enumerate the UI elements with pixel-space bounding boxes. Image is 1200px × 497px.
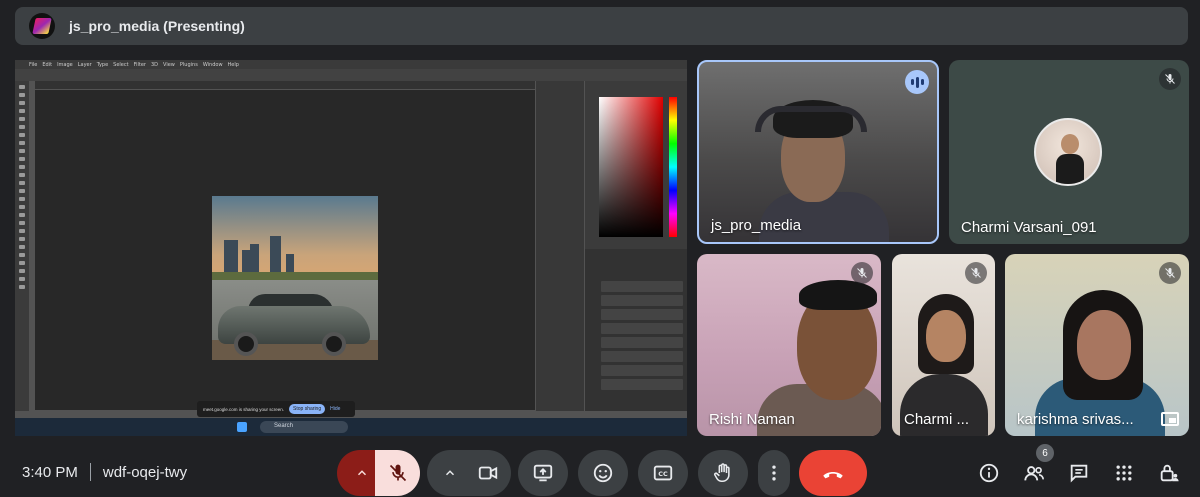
participant-tile-js-pro-media[interactable]: js_pro_media — [697, 60, 939, 244]
hue-slider — [669, 97, 677, 237]
raise-hand-button[interactable] — [698, 450, 748, 496]
emoji-icon — [593, 463, 613, 483]
more-options-button[interactable] — [758, 450, 790, 496]
mic-off-icon — [389, 464, 406, 482]
call-end-icon — [823, 472, 843, 479]
participant-name: Charmi ... — [904, 411, 970, 428]
participant-tile-rishi-naman[interactable]: Rishi Naman — [697, 254, 881, 436]
chat-icon — [1070, 464, 1088, 483]
presenting-title: js_pro_media (Presenting) — [69, 18, 245, 34]
camera-toggle-button[interactable] — [465, 450, 511, 496]
speaking-indicator-icon — [905, 70, 929, 94]
svg-text:CC: CC — [658, 470, 668, 478]
ps-menu-item: Window — [202, 61, 223, 68]
mic-off-icon — [1159, 68, 1181, 90]
videocam-icon — [478, 466, 498, 480]
hand-icon — [714, 463, 730, 483]
leave-call-button[interactable] — [799, 450, 867, 496]
windows-taskbar: Search — [15, 418, 687, 436]
reactions-button[interactable] — [578, 450, 628, 496]
ps-menu-item: Help — [227, 61, 239, 68]
ps-toolbar — [15, 81, 29, 411]
participant-tile-karishma[interactable]: karishma srivas... — [1005, 254, 1189, 436]
present-screen-button[interactable] — [518, 450, 568, 496]
participant-name: js_pro_media — [711, 217, 802, 234]
ps-document-tabs — [35, 81, 535, 89]
closed-captions-icon: CC — [653, 465, 673, 481]
ps-menu-item: Image — [57, 61, 73, 68]
picture-in-picture-icon[interactable] — [1161, 412, 1179, 426]
activities-button[interactable] — [1109, 458, 1139, 488]
present-icon — [533, 464, 553, 482]
presenter-logo — [29, 13, 55, 39]
avatar — [1034, 118, 1102, 186]
ps-menu-item: Select — [113, 61, 129, 68]
participant-name: karishma srivas... — [1017, 411, 1134, 428]
ps-menu-item: Filter — [133, 61, 146, 68]
participant-name: Charmi Varsani_091 — [961, 219, 1097, 236]
mic-off-icon — [1159, 262, 1181, 284]
host-controls-button[interactable] — [1154, 458, 1184, 488]
meeting-code[interactable]: wdf-oqej-twy — [103, 464, 187, 481]
ps-side-dock — [536, 81, 584, 411]
ps-menu-bar: File Edit Image Layer Type Select Filter… — [15, 60, 687, 69]
windows-start-icon — [237, 422, 247, 432]
color-picker — [599, 97, 663, 237]
ps-menu-item: Edit — [42, 61, 53, 68]
ps-canvas: meet.google.com is sharing your screen. … — [35, 90, 535, 417]
ps-panels — [585, 81, 687, 411]
layers-panel — [585, 249, 687, 411]
meeting-details-button[interactable] — [974, 458, 1004, 488]
people-icon — [1024, 466, 1044, 481]
mic-off-icon — [851, 262, 873, 284]
ps-menu-item: 3D — [151, 61, 159, 68]
chevron-up-icon — [445, 470, 455, 476]
lock-person-icon — [1160, 464, 1179, 482]
taskbar-search: Search — [260, 421, 348, 433]
mic-toggle-button[interactable] — [375, 450, 420, 496]
captions-button[interactable]: CC — [638, 450, 688, 496]
meeting-info: 3:40 PM wdf-oqej-twy — [22, 463, 187, 481]
ps-menu-item: Type — [96, 61, 109, 68]
mic-off-icon — [965, 262, 987, 284]
participant-name: Rishi Naman — [709, 411, 795, 428]
ps-menu-item: Plugins — [179, 61, 198, 68]
ps-options-bar — [15, 69, 687, 81]
ps-menu-item: File — [29, 61, 38, 68]
ps-menu-item: View — [163, 61, 175, 68]
participant-tile-charmi[interactable]: Charmi ... — [892, 254, 995, 436]
shared-screen: File Edit Image Layer Type Select Filter… — [15, 60, 687, 436]
ps-menu-item: Layer — [77, 61, 92, 68]
apps-grid-icon — [1116, 465, 1132, 481]
more-vertical-icon — [772, 465, 776, 481]
screen-share-notice: meet.google.com is sharing your screen. … — [197, 401, 355, 417]
presenting-banner: js_pro_media (Presenting) — [15, 7, 1188, 45]
info-icon — [979, 463, 999, 483]
share-notice-text: meet.google.com is sharing your screen. — [203, 406, 285, 412]
clock-time: 3:40 PM — [22, 463, 78, 481]
stop-sharing-button[interactable]: Stop sharing — [289, 404, 326, 414]
people-button[interactable] — [1019, 458, 1049, 488]
chat-button[interactable] — [1064, 458, 1094, 488]
chevron-up-icon — [357, 470, 367, 476]
artwork-image — [212, 196, 378, 360]
hide-button[interactable]: Hide — [330, 406, 340, 412]
